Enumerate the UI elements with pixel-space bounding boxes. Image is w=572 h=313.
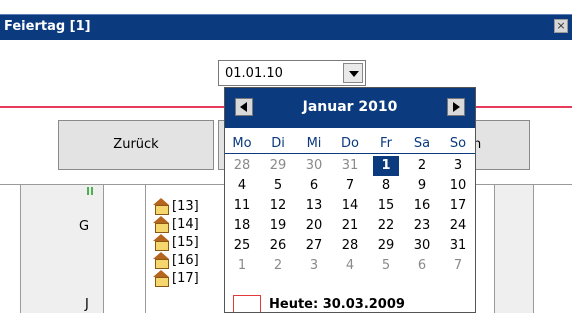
calendar-day[interactable]: 18 bbox=[229, 216, 255, 236]
today-label[interactable]: Heute: 30.03.2009 bbox=[269, 297, 405, 312]
calendar-day[interactable]: 11 bbox=[229, 196, 255, 216]
calendar-day[interactable]: 3 bbox=[445, 156, 471, 176]
window-titlebar: Feiertag [1] × bbox=[0, 14, 572, 40]
calendar-day[interactable]: 22 bbox=[373, 216, 399, 236]
weekday-label: Sa bbox=[413, 136, 431, 151]
weekday-label: Fr bbox=[380, 136, 392, 151]
calendar-day[interactable]: 4 bbox=[229, 176, 255, 196]
weekday-label: So bbox=[449, 136, 467, 151]
panel-letter: G bbox=[79, 219, 90, 234]
calendar-day[interactable]: 8 bbox=[373, 176, 399, 196]
house-icon bbox=[152, 234, 170, 251]
house-icon bbox=[152, 198, 170, 215]
weekday-label: Mo bbox=[232, 136, 252, 151]
list-item[interactable]: [16] bbox=[152, 251, 199, 269]
weekday-header: Mo Di Mi Do Fr Sa So bbox=[225, 134, 475, 154]
calendar-day[interactable]: 14 bbox=[337, 196, 363, 216]
calendar-day[interactable]: 2 bbox=[265, 256, 291, 276]
weekday-label: Mi bbox=[306, 136, 322, 151]
date-dropdown[interactable]: 01.01.10 bbox=[218, 60, 366, 86]
back-button[interactable]: Zurück bbox=[58, 120, 214, 170]
right-panel bbox=[494, 185, 534, 313]
calendar-day[interactable]: 10 bbox=[445, 176, 471, 196]
house-icon bbox=[152, 252, 170, 269]
calendar-day[interactable]: 27 bbox=[301, 236, 327, 256]
calendar-title: Januar 2010 bbox=[302, 99, 398, 115]
close-icon[interactable]: × bbox=[554, 19, 568, 33]
calendar-day[interactable]: 6 bbox=[301, 176, 327, 196]
calendar-day[interactable]: 28 bbox=[337, 236, 363, 256]
left-panel: G J bbox=[20, 185, 104, 313]
window-title: Feiertag [1] bbox=[4, 19, 91, 34]
weekday-label: Di bbox=[271, 136, 285, 151]
item-label: [17] bbox=[172, 270, 199, 286]
calendar-day[interactable]: 13 bbox=[301, 196, 327, 216]
calendar-day[interactable]: 25 bbox=[229, 236, 255, 256]
calendar-popup: Januar 2010 Mo Di Mi Do Fr Sa So 28 29 30 3… bbox=[224, 87, 476, 313]
item-label: [15] bbox=[172, 234, 199, 250]
calendar-day[interactable]: 30 bbox=[409, 236, 435, 256]
weekday-label: Do bbox=[341, 136, 359, 151]
item-label: [16] bbox=[172, 252, 199, 268]
calendar-day[interactable]: 3 bbox=[301, 256, 327, 276]
calendar-day[interactable]: 7 bbox=[445, 256, 471, 276]
calendar-header: Januar 2010 bbox=[225, 88, 475, 128]
calendar-day[interactable]: 23 bbox=[409, 216, 435, 236]
calendar-day[interactable]: 2 bbox=[409, 156, 435, 176]
date-value: 01.01.10 bbox=[225, 66, 283, 81]
calendar-day[interactable]: 15 bbox=[373, 196, 399, 216]
arrow-right-icon[interactable] bbox=[447, 98, 465, 116]
status-marker bbox=[91, 187, 93, 195]
calendar-day[interactable]: 26 bbox=[265, 236, 291, 256]
panel-mark: J bbox=[85, 297, 89, 312]
calendar-day[interactable]: 21 bbox=[337, 216, 363, 236]
calendar-day[interactable]: 30 bbox=[301, 156, 327, 176]
calendar-day[interactable]: 29 bbox=[265, 156, 291, 176]
calendar-day[interactable]: 31 bbox=[445, 236, 471, 256]
chevron-down-icon[interactable] bbox=[343, 63, 363, 83]
back-button-label: Zurück bbox=[113, 137, 159, 152]
calendar-day[interactable]: 31 bbox=[337, 156, 363, 176]
list-item[interactable]: [13] bbox=[152, 197, 199, 215]
house-icon bbox=[152, 216, 170, 233]
calendar-day[interactable]: 20 bbox=[301, 216, 327, 236]
calendar-day[interactable]: 1 bbox=[373, 156, 399, 176]
house-icon bbox=[152, 270, 170, 287]
calendar-day[interactable]: 4 bbox=[337, 256, 363, 276]
today-marker[interactable] bbox=[233, 295, 261, 312]
calendar-day[interactable]: 9 bbox=[409, 176, 435, 196]
calendar-day[interactable]: 19 bbox=[265, 216, 291, 236]
list-item[interactable]: [14] bbox=[152, 215, 199, 233]
calendar-day[interactable]: 12 bbox=[265, 196, 291, 216]
calendar-day[interactable]: 16 bbox=[409, 196, 435, 216]
calendar-day[interactable]: 17 bbox=[445, 196, 471, 216]
spacer-panel bbox=[106, 185, 146, 313]
item-label: [13] bbox=[172, 198, 199, 214]
item-list: [13] [14] [15] [16] [17] bbox=[152, 197, 199, 287]
calendar-day[interactable]: 28 bbox=[229, 156, 255, 176]
calendar-day[interactable]: 1 bbox=[229, 256, 255, 276]
calendar-day[interactable]: 5 bbox=[265, 176, 291, 196]
calendar-day[interactable]: 7 bbox=[337, 176, 363, 196]
status-marker bbox=[87, 187, 89, 195]
list-item[interactable]: [17] bbox=[152, 269, 199, 287]
list-item[interactable]: [15] bbox=[152, 233, 199, 251]
calendar-day[interactable]: 29 bbox=[373, 236, 399, 256]
calendar-day[interactable]: 6 bbox=[409, 256, 435, 276]
calendar-day[interactable]: 24 bbox=[445, 216, 471, 236]
item-label: [14] bbox=[172, 216, 199, 232]
calendar-day[interactable]: 5 bbox=[373, 256, 399, 276]
